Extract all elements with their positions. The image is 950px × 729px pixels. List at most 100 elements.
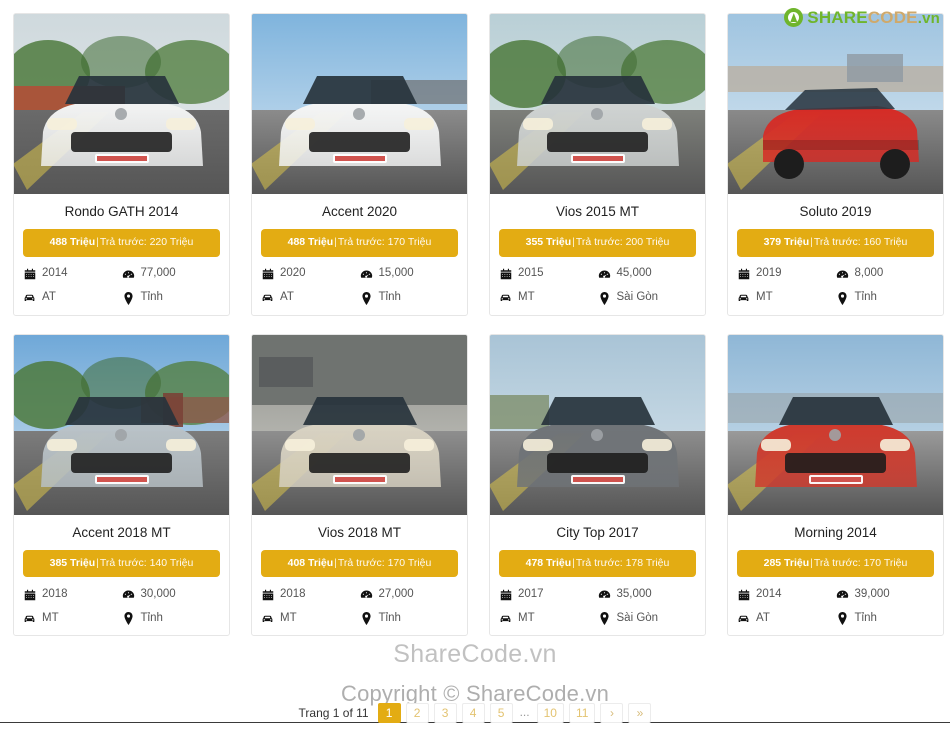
car-icon xyxy=(261,612,274,625)
spec-mileage: 39,000 xyxy=(836,588,935,601)
car-price-button[interactable]: 285 Triệu|Trả trước: 170 Triệu xyxy=(737,549,934,578)
spec-transmission: MT xyxy=(499,292,598,305)
car-photo[interactable] xyxy=(14,14,229,194)
spec-mileage: 45,000 xyxy=(598,268,697,281)
pagination-next-button[interactable]: › xyxy=(600,703,624,723)
pagination-page-button[interactable]: 3 xyxy=(433,703,457,723)
pagination-page-button[interactable]: 2 xyxy=(405,703,429,723)
pagination-page-button[interactable]: 1 xyxy=(377,703,401,723)
car-title: City Top 2017 xyxy=(556,524,639,540)
calendar-icon xyxy=(499,268,512,281)
spec-location: Tỉnh xyxy=(360,291,459,305)
car-icon xyxy=(737,292,750,305)
car-card[interactable]: Soluto 2019 379 Triệu|Trả trước: 160 Tri… xyxy=(727,13,944,316)
car-card-body: Rondo GATH 2014 488 Triệu|Trả trước: 220… xyxy=(14,194,229,315)
car-photo[interactable] xyxy=(490,334,705,515)
map-marker-icon xyxy=(598,291,611,305)
car-spec-grid: 2020 15,000 AT Tỉnh xyxy=(261,268,458,305)
car-card[interactable]: Morning 2014 285 Triệu|Trả trước: 170 Tr… xyxy=(727,333,944,637)
spec-location: Tỉnh xyxy=(122,612,221,626)
spec-year: 2014 xyxy=(23,268,122,281)
spec-transmission-value: MT xyxy=(518,291,535,304)
car-title: Accent 2018 MT xyxy=(72,524,171,540)
calendar-icon xyxy=(23,268,36,281)
spec-year: 2014 xyxy=(737,588,836,601)
car-deposit: Trả trước: 160 Triệu xyxy=(813,236,908,249)
car-photo[interactable] xyxy=(728,14,943,194)
car-price-button[interactable]: 379 Triệu|Trả trước: 160 Triệu xyxy=(737,229,934,257)
car-photo[interactable] xyxy=(490,14,705,194)
car-card[interactable]: Rondo GATH 2014 488 Triệu|Trả trước: 220… xyxy=(13,13,230,316)
car-price-button[interactable]: 488 Triệu|Trả trước: 220 Triệu xyxy=(23,229,220,257)
spec-location-value: Tỉnh xyxy=(854,612,877,625)
car-photo[interactable] xyxy=(252,334,467,515)
spec-location-value: Tỉnh xyxy=(140,291,163,304)
car-price: 355 Triệu xyxy=(525,236,572,249)
car-spec-grid: 2018 30,000 MT Tỉnh xyxy=(23,588,221,626)
car-card-body: Morning 2014 285 Triệu|Trả trước: 170 Tr… xyxy=(728,515,943,636)
pagination-ellipsis: ... xyxy=(519,705,530,719)
pagination-page-button[interactable]: 5 xyxy=(489,703,513,723)
car-title: Vios 2015 MT xyxy=(555,204,640,219)
spec-mileage-value: 30,000 xyxy=(140,588,176,601)
spec-year-value: 2018 xyxy=(42,588,68,601)
spec-location-value: Sài Gòn xyxy=(616,291,659,304)
car-deposit: Trả trước: 170 Triệu xyxy=(337,236,432,249)
pagination-page-button[interactable]: 10 xyxy=(536,703,564,723)
car-deposit: Trả trước: 200 Triệu xyxy=(575,236,670,249)
spec-mileage: 8,000 xyxy=(836,268,935,281)
spec-mileage-value: 39,000 xyxy=(854,588,890,601)
gauge-icon xyxy=(360,268,373,281)
spec-transmission-value: MT xyxy=(756,291,773,304)
gauge-icon xyxy=(836,268,849,281)
spec-transmission: AT xyxy=(737,612,836,625)
car-card[interactable]: Vios 2018 MT 408 Triệu|Trả trước: 170 Tr… xyxy=(251,333,468,637)
spec-location-value: Tỉnh xyxy=(854,291,877,304)
spec-mileage: 35,000 xyxy=(598,588,697,601)
spec-transmission: AT xyxy=(261,292,360,305)
gauge-icon xyxy=(122,268,135,281)
spec-mileage-value: 35,000 xyxy=(616,588,652,601)
spec-mileage-value: 27,000 xyxy=(378,588,414,601)
pagination-page-button[interactable]: 11 xyxy=(568,703,596,723)
spec-year: 2020 xyxy=(261,268,360,281)
car-spec-grid: 2019 8,000 MT Tỉnh xyxy=(737,268,934,305)
spec-mileage-value: 8,000 xyxy=(854,267,884,280)
spec-year-value: 2019 xyxy=(756,267,782,280)
car-photo[interactable] xyxy=(14,334,229,515)
spec-transmission-value: MT xyxy=(518,612,535,625)
car-price-button[interactable]: 385 Triệu|Trả trước: 140 Triệu xyxy=(23,549,220,578)
gauge-icon xyxy=(598,268,611,281)
car-card[interactable]: Accent 2018 MT 385 Triệu|Trả trước: 140 … xyxy=(13,333,230,637)
car-card[interactable]: Accent 2020 488 Triệu|Trả trước: 170 Tri… xyxy=(251,13,468,316)
car-price: 408 Triệu xyxy=(287,556,334,569)
car-photo[interactable] xyxy=(728,334,943,515)
car-icon xyxy=(23,292,36,305)
spec-transmission-value: MT xyxy=(280,612,297,625)
car-card[interactable]: City Top 2017 478 Triệu|Trả trước: 178 T… xyxy=(489,333,706,637)
spec-transmission-value: MT xyxy=(42,612,59,625)
spec-mileage-value: 45,000 xyxy=(616,267,652,280)
spec-location: Tỉnh xyxy=(360,612,459,626)
calendar-icon xyxy=(261,588,274,601)
spec-location-value: Tỉnh xyxy=(378,612,401,625)
car-spec-grid: 2015 45,000 MT Sài Gòn xyxy=(499,268,696,305)
car-price-button[interactable]: 488 Triệu|Trả trước: 170 Triệu xyxy=(261,229,458,257)
spec-location-value: Sài Gòn xyxy=(616,612,659,625)
car-card[interactable]: Vios 2015 MT 355 Triệu|Trả trước: 200 Tr… xyxy=(489,13,706,316)
spec-year: 2015 xyxy=(499,268,598,281)
car-title: Vios 2018 MT xyxy=(317,524,402,540)
pagination-last-button[interactable]: » xyxy=(628,703,652,723)
spec-year: 2018 xyxy=(261,588,360,601)
sharecode-logo: SHARECODE.vn xyxy=(780,6,944,29)
car-price-button[interactable]: 478 Triệu|Trả trước: 178 Triệu xyxy=(499,549,696,578)
car-price: 285 Triệu xyxy=(763,556,810,569)
car-price-button[interactable]: 408 Triệu|Trả trước: 170 Triệu xyxy=(261,549,458,578)
pagination: Trang 1 of 11 1 2 3 4 5... 10 11 ›» xyxy=(0,703,950,723)
car-price-button[interactable]: 355 Triệu|Trả trước: 200 Triệu xyxy=(499,229,696,257)
calendar-icon xyxy=(737,588,750,601)
car-deposit: Trả trước: 178 Triệu xyxy=(575,556,670,569)
pagination-page-button[interactable]: 4 xyxy=(461,703,485,723)
gauge-icon xyxy=(360,588,373,601)
car-photo[interactable] xyxy=(252,14,467,194)
